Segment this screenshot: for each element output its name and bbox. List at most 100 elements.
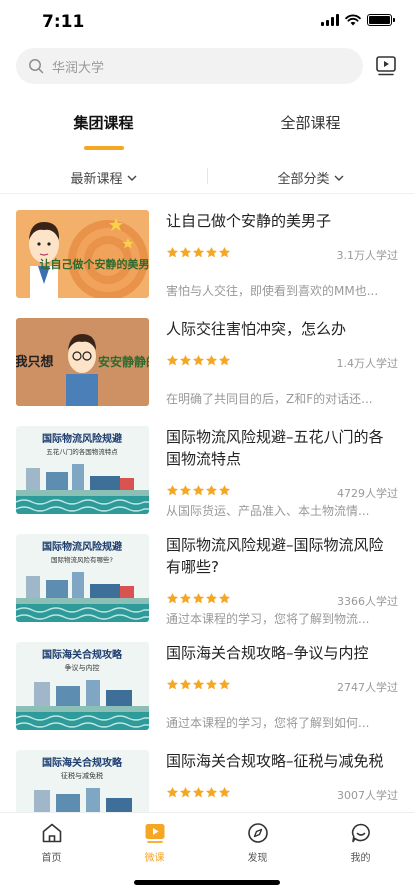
star-rating — [166, 246, 231, 259]
status-icons — [321, 14, 395, 26]
search-placeholder: 华润大学 — [52, 60, 105, 76]
star-rating — [166, 484, 231, 497]
star-icon — [192, 354, 205, 366]
status-bar: 7:11 — [0, 0, 414, 44]
star-icon — [166, 246, 179, 258]
star-icon — [179, 592, 192, 604]
star-icon — [205, 678, 218, 690]
course-title: 国际物流风险规避–国际物流风险有哪些? — [166, 536, 384, 576]
course-thumbnail: 国际海关合规攻略 争议与内控 — [16, 642, 149, 730]
learner-count: 3.1万人学过 — [336, 249, 399, 262]
course-thumbnail: 让自己做个安静的美男子 — [16, 210, 149, 298]
star-rating — [166, 786, 231, 799]
star-icon — [192, 484, 205, 496]
thumbnail-caption-left: 我只想 — [16, 354, 54, 370]
star-icon — [179, 786, 192, 798]
learner-count: 2747人学过 — [337, 681, 398, 694]
star-rating — [166, 592, 231, 605]
thumbnail-title: 国际物流风险规避 — [42, 540, 122, 553]
search-icon — [26, 56, 46, 76]
thumbnail-subtitle: 国际物流风险有哪些? — [51, 555, 113, 564]
tabbar-item-discover[interactable]: 发现 — [206, 821, 309, 864]
star-icon — [205, 592, 218, 604]
battery-icon — [367, 14, 395, 26]
course-thumbnail: 我只想 安安静静的 — [16, 318, 149, 406]
tabbar-label: 微课 — [144, 853, 165, 864]
category-dropdown[interactable]: 全部分类 — [207, 168, 414, 187]
star-icon — [218, 246, 231, 258]
course-description: 在明确了共同目的后，Z和F的对话还... — [166, 392, 373, 406]
star-icon — [218, 786, 231, 798]
course-thumbnail: 国际物流风险规避 国际物流风险有哪些? — [16, 534, 149, 622]
learner-count: 3007人学过 — [337, 789, 398, 802]
star-icon — [166, 786, 179, 798]
cellular-signal-icon — [321, 14, 339, 26]
course-item[interactable]: 国际物流风险规避 国际物流风险有哪些? 国际物流风险规避–国际物流风险有哪些? … — [0, 524, 414, 632]
course-item[interactable]: 国际海关合规攻略 争议与内控 国际海关合规攻略–争议与内控 2747人学过 通过… — [0, 632, 414, 740]
course-description: 从国际货运、产品准入、本土物流情... — [166, 504, 370, 518]
chevron-down-icon — [334, 175, 343, 181]
tab-group-courses[interactable]: 集团课程 — [0, 112, 207, 133]
course-item[interactable]: 让自己做个安静的美男子 让自己做个安静的美男子 3.1万人学过 害怕与人交往，即… — [0, 200, 414, 308]
thumbnail-caption: 让自己做个安静的美男子 — [40, 257, 150, 271]
learner-count: 3366人学过 — [337, 595, 398, 608]
profile-chat-icon — [351, 823, 370, 843]
filter-bar: 最新课程 全部分类 — [0, 160, 414, 194]
home-icon — [42, 823, 61, 843]
star-icon — [179, 246, 192, 258]
course-title: 人际交往害怕冲突，怎么办 — [166, 320, 347, 338]
sort-dropdown[interactable]: 最新课程 — [0, 168, 207, 187]
star-icon — [166, 354, 179, 366]
learner-count: 1.4万人学过 — [336, 357, 399, 370]
star-icon — [218, 678, 231, 690]
search-row: 华润大学 — [0, 48, 414, 84]
home-indicator — [134, 880, 280, 885]
star-icon — [166, 592, 179, 604]
thumbnail-title: 国际海关合规攻略 — [42, 648, 123, 661]
star-icon — [205, 354, 218, 366]
search-input[interactable]: 华润大学 — [16, 48, 363, 84]
category-dropdown-label: 全部分类 — [277, 172, 330, 187]
star-icon — [218, 484, 231, 496]
status-time: 7:11 — [42, 12, 85, 32]
star-icon — [205, 786, 218, 798]
star-icon — [179, 354, 192, 366]
course-item[interactable]: 国际物流风险规避 五花八门的各国物流特点 国际物流风险规避–五花八门的各国物流特… — [0, 416, 414, 524]
micro-course-icon — [145, 824, 164, 843]
tabbar-item-profile[interactable]: 我的 — [309, 821, 412, 864]
course-item[interactable]: 国际海关合规攻略 征税与减免税 国际海关合规攻略–征税与减免税 3007人学过 — [0, 740, 414, 812]
course-thumbnail: 国际海关合规攻略 征税与减免税 — [16, 750, 149, 812]
course-title: 国际物流风险规避–五花八门的各国物流特点 — [166, 428, 384, 468]
star-rating — [166, 678, 231, 691]
course-title: 国际海关合规攻略–争议与内控 — [166, 644, 369, 662]
course-item[interactable]: 我只想 安安静静的 人际交往害怕冲突，怎么办 1.4万人学过 在明确了共同目的后… — [0, 308, 414, 416]
course-thumbnail: 国际物流风险规避 五花八门的各国物流特点 — [16, 426, 149, 514]
learner-count: 4729人学过 — [337, 487, 398, 500]
thumbnail-caption-right: 安安静静的 — [98, 354, 149, 369]
star-icon — [192, 592, 205, 604]
tab-all-courses[interactable]: 全部课程 — [207, 112, 414, 133]
star-icon — [192, 678, 205, 690]
thumbnail-subtitle: 争议与内控 — [65, 663, 100, 672]
star-icon — [192, 786, 205, 798]
video-play-button[interactable] — [374, 54, 398, 78]
star-icon — [166, 484, 179, 496]
course-description: 通过本课程的学习，您将了解到物流... — [166, 612, 370, 626]
course-tabs: 集团课程 全部课程 — [0, 100, 414, 152]
star-icon — [192, 246, 205, 258]
thumbnail-title: 国际海关合规攻略 — [42, 756, 123, 769]
course-title: 让自己做个安静的美男子 — [166, 212, 332, 230]
tabbar-item-home[interactable]: 首页 — [0, 821, 103, 864]
star-icon — [166, 678, 179, 690]
star-icon — [179, 678, 192, 690]
sort-dropdown-label: 最新课程 — [70, 172, 123, 187]
course-list: 让自己做个安静的美男子 让自己做个安静的美男子 3.1万人学过 害怕与人交往，即… — [0, 200, 414, 812]
star-icon — [205, 246, 218, 258]
course-description: 通过本课程的学习，您将了解到如何... — [166, 716, 370, 730]
course-description: 害怕与人交往，即使看到喜欢的MM也... — [166, 284, 379, 298]
tabbar-label: 我的 — [350, 853, 371, 864]
tabbar-item-micro-course[interactable]: 微课 — [103, 821, 206, 864]
star-icon — [205, 484, 218, 496]
wifi-icon — [345, 14, 361, 26]
star-icon — [218, 354, 231, 366]
